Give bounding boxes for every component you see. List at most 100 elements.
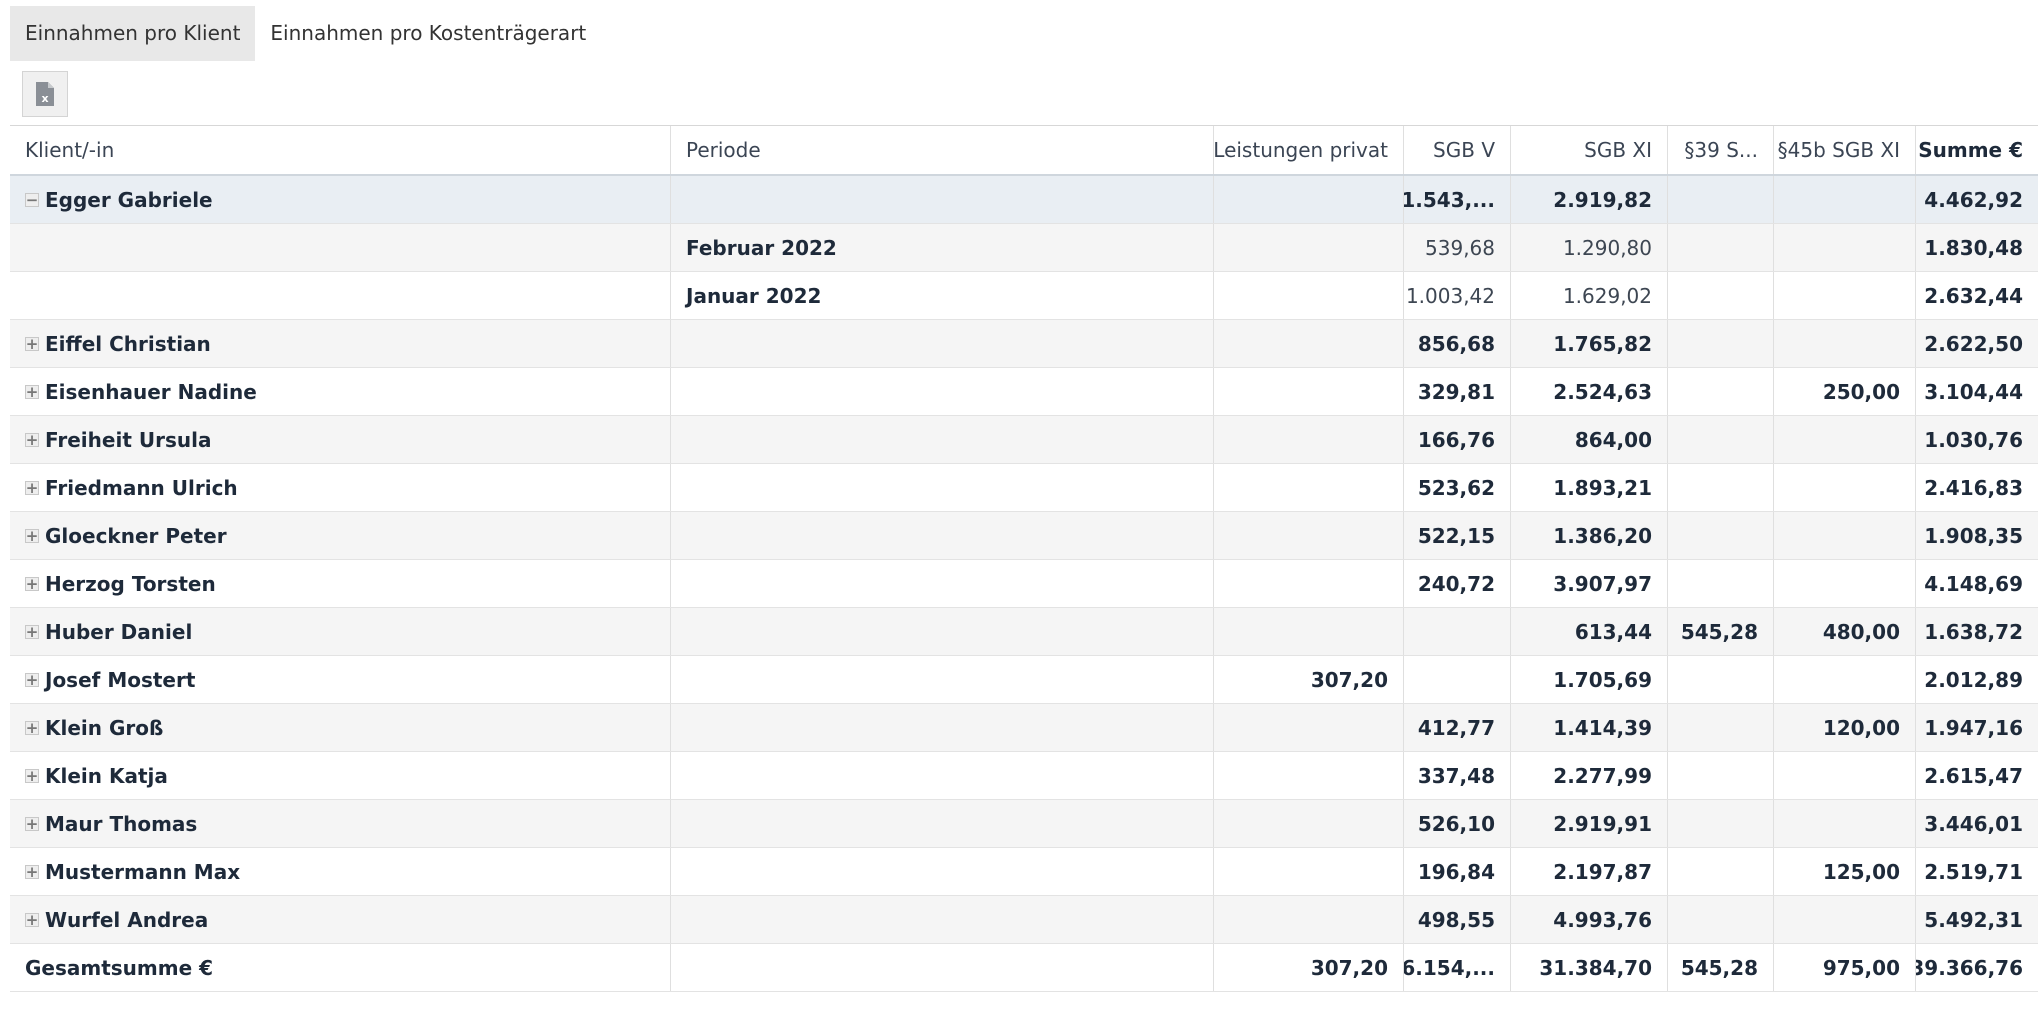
table-row[interactable]: + Maur Thomas 526,10 2.919,91 3.446,01 <box>10 800 2038 848</box>
revenue-grid: Klient/-in Periode Leistungen privat SGB… <box>10 125 2038 992</box>
table-row-child[interactable]: Februar 2022 539,68 1.290,80 1.830,48 <box>10 224 2038 272</box>
expand-icon[interactable]: + <box>25 528 39 543</box>
client-name: Gloeckner Peter <box>45 523 227 548</box>
table-row-child[interactable]: Januar 2022 1.003,42 1.629,02 2.632,44 <box>10 272 2038 320</box>
expand-icon[interactable]: + <box>25 768 39 783</box>
grid-body: − Egger Gabriele 1.543,... 2.919,82 4.462,92… <box>10 176 2038 992</box>
excel-export-button[interactable]: x <box>22 71 68 117</box>
client-cell[interactable]: + Friedmann Ulrich <box>10 464 671 511</box>
column-header-client[interactable]: Klient/-in <box>10 126 671 174</box>
client-cell[interactable]: + Herzog Torsten <box>10 560 671 607</box>
expand-icon[interactable]: + <box>25 864 39 879</box>
client-cell[interactable]: + Freiheit Ursula <box>10 416 671 463</box>
p45b-cell <box>1774 464 1916 511</box>
private-cell <box>1214 272 1404 319</box>
table-row[interactable]: + Wurfel Andrea 498,55 4.993,76 5.492,31 <box>10 896 2038 944</box>
table-row[interactable]: + Gloeckner Peter 522,15 1.386,20 1.908,35 <box>10 512 2038 560</box>
sum-cell: 1.908,35 <box>1924 523 2023 548</box>
p45b-cell: 125,00 <box>1774 848 1916 895</box>
expand-icon[interactable]: + <box>25 816 39 831</box>
sgb11-cell: 2.919,82 <box>1511 176 1668 223</box>
expand-icon[interactable]: + <box>25 624 39 639</box>
client-name: Klein Groß <box>45 715 164 740</box>
total-sum-cell: 39.366,76 <box>1916 955 2023 980</box>
grid-header-row: Klient/-in Periode Leistungen privat SGB… <box>10 126 2038 176</box>
client-cell[interactable]: + Eisenhauer Nadine <box>10 368 671 415</box>
table-row[interactable]: − Egger Gabriele 1.543,... 2.919,82 4.462,92 <box>10 176 2038 224</box>
sgb5-cell: 498,55 <box>1404 896 1511 943</box>
p45b-cell <box>1774 176 1916 223</box>
expand-icon[interactable]: + <box>25 432 39 447</box>
p39-cell <box>1668 320 1774 367</box>
sgb11-cell: 864,00 <box>1511 416 1668 463</box>
client-cell[interactable]: + Josef Mostert <box>10 656 671 703</box>
period-cell: Januar 2022 <box>671 272 1214 319</box>
period-cell <box>671 608 1214 655</box>
client-cell[interactable]: + Huber Daniel <box>10 608 671 655</box>
private-cell <box>1214 608 1404 655</box>
column-header-period[interactable]: Periode <box>671 126 1214 174</box>
period-cell <box>671 848 1214 895</box>
p45b-cell <box>1774 656 1916 703</box>
sgb5-cell: 240,72 <box>1404 560 1511 607</box>
sgb5-cell: 196,84 <box>1404 848 1511 895</box>
collapse-icon[interactable]: − <box>25 192 39 207</box>
table-row[interactable]: + Josef Mostert 307,20 1.705,69 2.012,89 <box>10 656 2038 704</box>
p39-cell <box>1668 512 1774 559</box>
sgb11-cell: 1.629,02 <box>1511 272 1668 319</box>
client-cell[interactable]: + Klein Katja <box>10 752 671 799</box>
expand-icon[interactable]: + <box>25 480 39 495</box>
sum-cell: 2.632,44 <box>1924 283 2023 308</box>
sgb5-cell: 539,68 <box>1404 224 1511 271</box>
client-cell[interactable]: + Gloeckner Peter <box>10 512 671 559</box>
period-cell <box>671 320 1214 367</box>
p39-cell <box>1668 224 1774 271</box>
client-cell[interactable]: + Eiffel Christian <box>10 320 671 367</box>
table-row[interactable]: + Freiheit Ursula 166,76 864,00 1.030,76 <box>10 416 2038 464</box>
p45b-cell <box>1774 272 1916 319</box>
client-name: Wurfel Andrea <box>45 907 209 932</box>
p45b-cell <box>1774 752 1916 799</box>
table-row[interactable]: + Klein Katja 337,48 2.277,99 2.615,47 <box>10 752 2038 800</box>
sum-cell: 2.519,71 <box>1924 859 2023 884</box>
total-label: Gesamtsumme € <box>10 944 671 991</box>
client-name: Eiffel Christian <box>45 331 211 356</box>
expand-icon[interactable]: + <box>25 912 39 927</box>
p45b-cell <box>1774 416 1916 463</box>
private-cell <box>1214 176 1404 223</box>
client-cell[interactable]: + Wurfel Andrea <box>10 896 671 943</box>
column-header-p39[interactable]: §39 S... <box>1668 126 1774 174</box>
total-sgb11-cell: 31.384,70 <box>1511 944 1668 991</box>
column-header-p45b[interactable]: §45b SGB XI <box>1774 126 1916 174</box>
tab-einnahmen-pro-kostentraegerart[interactable]: Einnahmen pro Kostenträgerart <box>255 6 601 61</box>
column-header-sgb11[interactable]: SGB XI <box>1511 126 1668 174</box>
expand-icon[interactable]: + <box>25 384 39 399</box>
table-row[interactable]: + Huber Daniel 613,44 545,28 480,00 1.638,72 <box>10 608 2038 656</box>
tab-einnahmen-pro-klient[interactable]: Einnahmen pro Klient <box>10 6 256 61</box>
table-row[interactable]: + Eiffel Christian 856,68 1.765,82 2.622,50 <box>10 320 2038 368</box>
client-cell[interactable]: + Maur Thomas <box>10 800 671 847</box>
table-row[interactable]: + Friedmann Ulrich 523,62 1.893,21 2.416,83 <box>10 464 2038 512</box>
table-row[interactable]: + Herzog Torsten 240,72 3.907,97 4.148,69 <box>10 560 2038 608</box>
client-cell[interactable]: + Klein Groß <box>10 704 671 751</box>
column-header-sum[interactable]: Summe € <box>1916 126 2038 174</box>
p39-cell <box>1668 464 1774 511</box>
client-cell[interactable]: − Egger Gabriele <box>10 176 671 223</box>
sgb11-cell: 1.765,82 <box>1511 320 1668 367</box>
expand-icon[interactable]: + <box>25 336 39 351</box>
client-cell[interactable]: + Mustermann Max <box>10 848 671 895</box>
p39-cell <box>1668 560 1774 607</box>
p39-cell <box>1668 848 1774 895</box>
expand-icon[interactable]: + <box>25 720 39 735</box>
private-cell <box>1214 800 1404 847</box>
sum-cell: 2.615,47 <box>1924 763 2023 788</box>
table-row[interactable]: + Mustermann Max 196,84 2.197,87 125,00 2.519… <box>10 848 2038 896</box>
table-row[interactable]: + Klein Groß 412,77 1.414,39 120,00 1.947,16 <box>10 704 2038 752</box>
column-header-sgb5[interactable]: SGB V <box>1404 126 1511 174</box>
expand-icon[interactable]: + <box>25 576 39 591</box>
column-header-private[interactable]: Leistungen privat <box>1214 126 1404 174</box>
expand-icon[interactable]: + <box>25 672 39 687</box>
period-cell <box>671 656 1214 703</box>
sum-cell: 1.638,72 <box>1924 619 2023 644</box>
table-row[interactable]: + Eisenhauer Nadine 329,81 2.524,63 250,00 3.… <box>10 368 2038 416</box>
